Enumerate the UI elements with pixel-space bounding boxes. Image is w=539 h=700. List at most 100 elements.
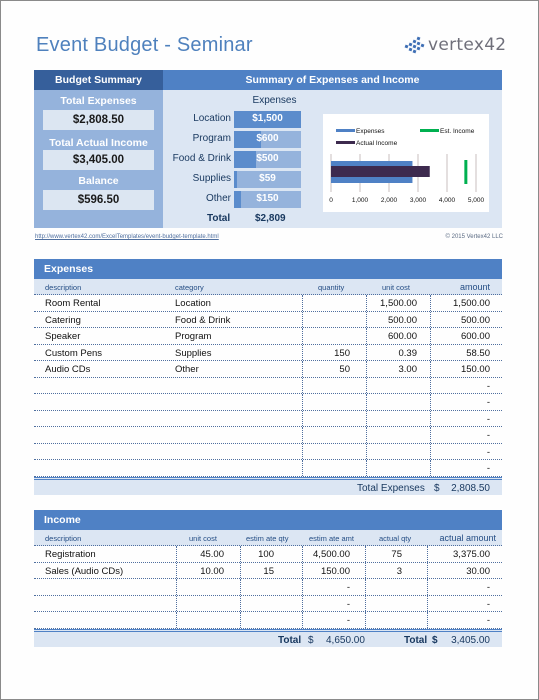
total-expenses-label: Total Expenses [357, 482, 425, 494]
expense-quantity[interactable]: 50 [339, 364, 350, 375]
expense-unit-cost[interactable]: 0.39 [399, 348, 418, 359]
expense-unit-cost[interactable]: 1,500.00 [380, 298, 417, 309]
expense-row[interactable]: Speaker Program 600.00 600.00 [34, 328, 502, 345]
expenses-heading: Expenses [34, 259, 502, 279]
column-divider [427, 612, 428, 628]
column-divider [302, 427, 303, 443]
expense-category[interactable]: Food & Drink [175, 315, 230, 326]
template-url-link[interactable]: http://www.vertex42.com/ExcelTemplates/e… [35, 234, 219, 240]
income-actual-qty[interactable]: 75 [391, 549, 402, 560]
column-divider [302, 562, 303, 578]
column-divider [302, 361, 303, 377]
expenses-summary-title: Expenses [252, 95, 297, 106]
col-description: description [45, 283, 82, 292]
income-unit-cost[interactable]: 45.00 [200, 549, 224, 560]
column-divider [366, 361, 367, 377]
expense-row[interactable]: - [34, 394, 502, 411]
chart-tick-label: 4,000 [439, 197, 456, 204]
expense-unit-cost[interactable]: 3.00 [399, 364, 418, 375]
expense-amount: - [486, 446, 490, 458]
total-expenses-currency: $ [434, 482, 440, 494]
income-description[interactable]: Registration [45, 549, 96, 560]
expense-summary-category: Supplies [192, 173, 231, 184]
actual-total-value: 3,405.00 [451, 634, 490, 646]
summary-expenses-income-body: Expenses Location $1,500 Program $600 Food &… [163, 90, 502, 228]
logo-mark-icon [403, 36, 425, 54]
expense-category[interactable]: Program [175, 331, 211, 342]
expense-row[interactable]: - [34, 410, 502, 427]
expense-description[interactable]: Catering [45, 315, 81, 326]
income-row[interactable]: -- [34, 579, 502, 596]
column-divider [366, 410, 367, 426]
column-divider [430, 443, 431, 459]
income-actual-amount: 30.00 [466, 565, 490, 577]
income-estimate-amt: 4,500.00 [313, 549, 350, 560]
total-income-label: Total Actual Income [49, 137, 148, 149]
income-row[interactable]: Registration 45.00 100 4,500.00 75 3,375.00 [34, 546, 502, 563]
expense-summary-row: Food & Drink $500 [163, 151, 303, 169]
chart-tick-label: 1,000 [352, 197, 369, 204]
column-divider [365, 546, 366, 562]
expense-amount: 1,500.00 [453, 298, 490, 309]
col-actual-qty: actual qty [379, 534, 412, 543]
income-row[interactable]: -- [34, 595, 502, 612]
column-divider [302, 595, 303, 611]
expense-summary-category: Location [193, 113, 231, 124]
column-divider [302, 377, 303, 393]
expense-description[interactable]: Room Rental [45, 298, 100, 309]
chart-legend-swatch-est-income [420, 129, 439, 132]
column-divider [430, 377, 431, 393]
expense-category[interactable]: Other [175, 364, 199, 375]
expense-row[interactable]: - [34, 427, 502, 444]
column-divider [366, 427, 367, 443]
column-divider [366, 311, 367, 327]
income-unit-cost[interactable]: 10.00 [200, 566, 224, 577]
expense-description[interactable]: Speaker [45, 331, 80, 342]
income-estimate-amt: - [346, 582, 350, 593]
column-divider [302, 443, 303, 459]
column-divider [430, 361, 431, 377]
expense-row[interactable]: - [34, 460, 502, 477]
income-actual-amount: - [486, 615, 490, 626]
expense-unit-cost[interactable]: 500.00 [388, 315, 417, 326]
expense-unit-cost[interactable]: 600.00 [388, 331, 417, 342]
expense-amount: - [486, 430, 490, 441]
expense-quantity[interactable]: 150 [334, 348, 350, 359]
expense-category[interactable]: Location [175, 298, 211, 309]
income-row[interactable]: -- [34, 612, 502, 629]
spreadsheet-page: Event Budget - Seminar vertex42 Budget S… [0, 0, 539, 700]
expense-row[interactable]: - [34, 443, 502, 460]
expenses-income-chart: 0 1,000 2,000 3,000 4,000 5,000 Expenses Est. I… [323, 114, 489, 212]
expense-summary-row: Supplies $59 [163, 171, 303, 189]
column-divider [302, 394, 303, 410]
expenses-table: Expenses description category quantity u… [34, 259, 502, 495]
income-description[interactable]: Sales (Audio CDs) [45, 566, 123, 577]
income-row[interactable]: Sales (Audio CDs) 10.00 15 150.00 3 30.00 [34, 562, 502, 579]
chart-tick-label: 0 [329, 197, 333, 204]
income-estimate-qty[interactable]: 100 [258, 549, 274, 560]
income-estimate-qty[interactable]: 15 [263, 566, 274, 577]
expenses-column-headers: description category quantity unit cost … [34, 279, 502, 295]
expense-row[interactable]: Catering Food & Drink 500.00 500.00 [34, 311, 502, 328]
footer-links: http://www.vertex42.com/ExcelTemplates/e… [35, 234, 503, 240]
column-divider [430, 295, 431, 311]
expense-description[interactable]: Audio CDs [45, 364, 90, 375]
chart-legend-swatch-actual-income [336, 141, 355, 144]
expense-summary-bar: $59 [234, 171, 301, 188]
expense-row[interactable]: Audio CDs Other 50 3.00 150.00 [34, 361, 502, 378]
balance-value: $596.50 [43, 190, 154, 210]
col-actual-amount: actual amount [439, 533, 496, 543]
column-divider [430, 328, 431, 344]
income-estimate-amt: - [346, 615, 350, 626]
expense-row[interactable]: Room Rental Location 1,500.00 1,500.00 [34, 295, 502, 312]
expense-description[interactable]: Custom Pens [45, 348, 102, 359]
expense-category[interactable]: Supplies [175, 348, 211, 359]
expense-row[interactable]: - [34, 377, 502, 394]
expense-summary-bar: $600 [234, 131, 301, 148]
income-actual-qty[interactable]: 3 [397, 566, 402, 577]
column-divider [240, 579, 241, 595]
column-divider [302, 410, 303, 426]
column-divider [427, 546, 428, 562]
column-divider [366, 443, 367, 459]
expense-row[interactable]: Custom Pens Supplies 150 0.39 58.50 [34, 344, 502, 361]
